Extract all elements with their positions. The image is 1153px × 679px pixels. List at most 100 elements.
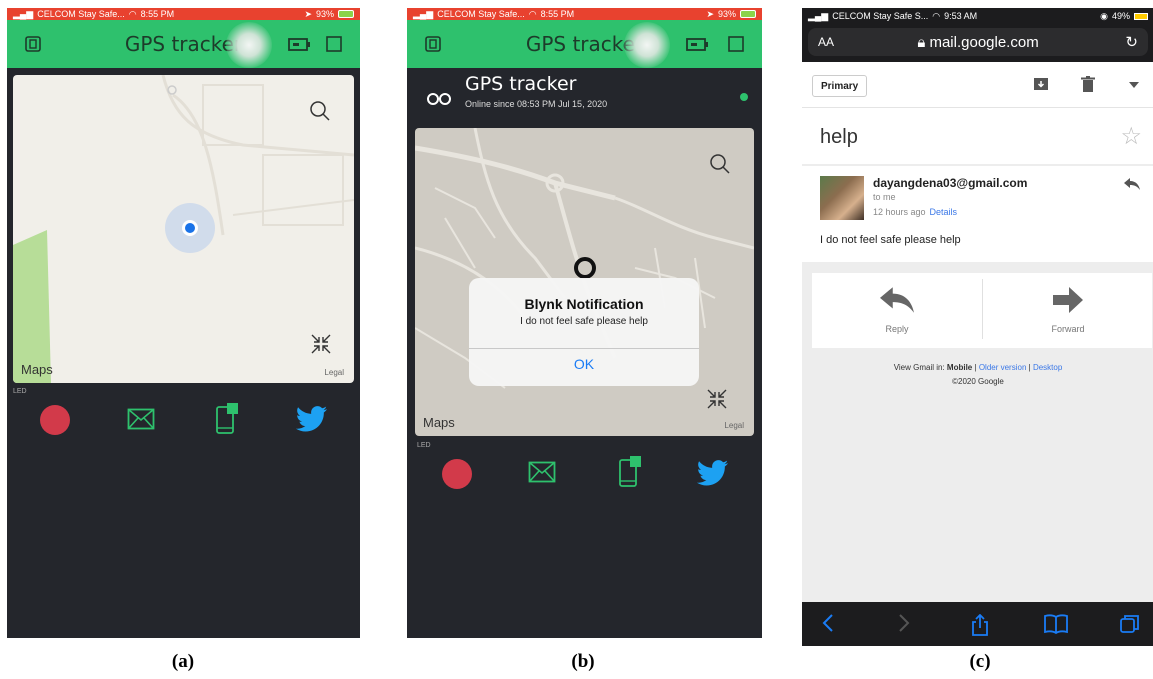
device-icon[interactable] (686, 35, 710, 53)
forward-icon (1053, 287, 1083, 313)
forward-nav-icon[interactable] (898, 614, 910, 632)
location-icon: ◉ (1100, 10, 1108, 21)
email-subject-area: help ☆ (802, 108, 1153, 164)
maps-label: Maps (21, 362, 53, 377)
archive-icon[interactable] (1033, 76, 1049, 92)
notification-dialog: Blynk Notification I do not feel safe pl… (469, 278, 699, 386)
dialog-divider (469, 348, 699, 349)
back-icon[interactable] (822, 614, 834, 632)
status-time: 9:53 AM (944, 11, 978, 21)
email-icon[interactable] (127, 408, 155, 430)
current-location-dot (182, 220, 198, 236)
ok-button[interactable]: OK (469, 356, 699, 372)
phone-screenshot-b: ▂▄▆ CELCOM Stay Safe... ◠ 8:55 PM ➤ 93% … (407, 8, 762, 638)
star-icon[interactable]: ☆ (1120, 122, 1142, 151)
status-bar: ▂▄▆ CELCOM Stay Safe... ◠ 8:55 PM ➤ 93% (407, 8, 762, 20)
battery-icon (338, 10, 354, 18)
device-name: GPS tracker (465, 73, 577, 95)
footer-separator: | (974, 363, 977, 372)
forward-button[interactable]: Forward (983, 273, 1153, 348)
caption-b: (b) (571, 651, 595, 672)
trash-icon[interactable] (1081, 76, 1095, 92)
device-info: GPS tracker Online since 08:53 PM Jul 15… (407, 68, 762, 128)
play-stop-icon[interactable] (727, 35, 745, 53)
led-label: LED (417, 442, 431, 449)
recipient-label: to me (873, 192, 896, 202)
tracker-pin (574, 257, 596, 279)
app-header: GPS tracker (407, 20, 762, 68)
battery-percent: 93% (717, 9, 736, 19)
reply-icon (880, 287, 914, 313)
email-actions: Reply Forward (812, 273, 1152, 348)
play-stop-icon[interactable] (325, 35, 343, 53)
email-message: dayangdena03@gmail.com to me 12 hours ag… (802, 166, 1153, 262)
phone-screenshot-c: ▂▄▆ CELCOM Stay Safe S... ◠ 9:53 AM ◉ 49… (802, 8, 1153, 646)
led-label: LED (13, 388, 27, 395)
wifi-icon: ◠ (128, 8, 137, 19)
carrier-label: CELCOM Stay Safe... (437, 9, 525, 19)
phone-screenshot-a: ▂▄▆ CELCOM Stay Safe... ◠ 8:55 PM ➤ 93% … (7, 8, 360, 638)
twitter-icon[interactable] (697, 460, 729, 486)
reply-button[interactable]: Reply (812, 273, 982, 348)
lock-icon: 🔒︎ (917, 34, 926, 51)
maps-label: Maps (423, 415, 455, 430)
chevron-down-icon[interactable] (1129, 82, 1139, 88)
collapse-icon[interactable] (310, 333, 332, 355)
battery-icon (1134, 12, 1148, 20)
mail-toolbar: Primary (802, 62, 1153, 108)
reply-icon[interactable] (1124, 178, 1140, 190)
device-icon[interactable] (288, 35, 312, 53)
zoom-search-icon[interactable] (708, 152, 732, 176)
notification-icon[interactable] (215, 403, 241, 435)
reload-icon[interactable]: ↻ (1125, 33, 1138, 51)
caption-a: (a) (171, 651, 195, 672)
email-body: I do not feel safe please help (820, 234, 961, 246)
email-subject: help (820, 126, 858, 148)
desktop-link[interactable]: Desktop (1033, 363, 1062, 372)
zoom-search-icon[interactable] (308, 99, 332, 123)
notification-icon[interactable] (618, 456, 644, 488)
legal-link[interactable]: Legal (724, 421, 744, 430)
location-icon: ➤ (304, 8, 312, 19)
email-time: 12 hours ago (873, 207, 926, 217)
bookmarks-icon[interactable] (1044, 614, 1068, 634)
sender-email: dayangdena03@gmail.com (873, 176, 1028, 190)
status-time: 8:55 PM (140, 9, 175, 19)
led-indicator (40, 405, 70, 435)
caption-c: (c) (969, 651, 991, 672)
map-widget[interactable]: Maps Legal (13, 75, 354, 383)
battery-icon (740, 10, 756, 18)
email-icon[interactable] (528, 461, 556, 483)
older-version-link[interactable]: Older version (979, 363, 1027, 372)
dialog-message: I do not feel safe please help (520, 316, 648, 327)
status-bar: ▂▄▆ CELCOM Stay Safe... ◠ 8:55 PM ➤ 93% (7, 8, 360, 20)
carrier-label: CELCOM Stay Safe S... (832, 11, 929, 21)
maps-attribution: Maps (21, 362, 53, 377)
browser-toolbar (802, 602, 1153, 646)
dialog-title: Blynk Notification (524, 296, 644, 312)
touch-indicator (226, 22, 272, 68)
status-time: 8:55 PM (540, 9, 575, 19)
tabs-icon[interactable] (1120, 614, 1140, 634)
gmail-footer: View Gmail in: Mobile | Older version | … (802, 363, 1153, 386)
legal-link[interactable]: Legal (324, 368, 344, 377)
app-header: GPS tracker (7, 20, 360, 68)
url-field[interactable]: AA 🔒︎ mail.google.com ↻ (808, 28, 1148, 56)
battery-percent: 49% (1111, 11, 1130, 21)
touch-indicator (624, 22, 670, 68)
twitter-icon[interactable] (296, 406, 328, 432)
mobile-label: Mobile (946, 363, 973, 372)
signal-icon: ▂▄▆ (13, 8, 34, 19)
details-link[interactable]: Details (930, 207, 958, 217)
maps-attribution: Maps (423, 415, 455, 430)
led-indicator (442, 459, 472, 489)
collapse-icon[interactable] (706, 388, 728, 410)
signal-icon: ▂▄▆ (413, 8, 434, 19)
battery-percent: 93% (315, 9, 334, 19)
share-icon[interactable] (970, 614, 990, 636)
signal-icon: ▂▄▆ (808, 10, 829, 21)
reply-label: Reply (885, 324, 909, 334)
online-indicator (740, 93, 748, 101)
primary-inbox-button[interactable]: Primary (812, 75, 868, 97)
url-text: mail.google.com (929, 34, 1039, 51)
